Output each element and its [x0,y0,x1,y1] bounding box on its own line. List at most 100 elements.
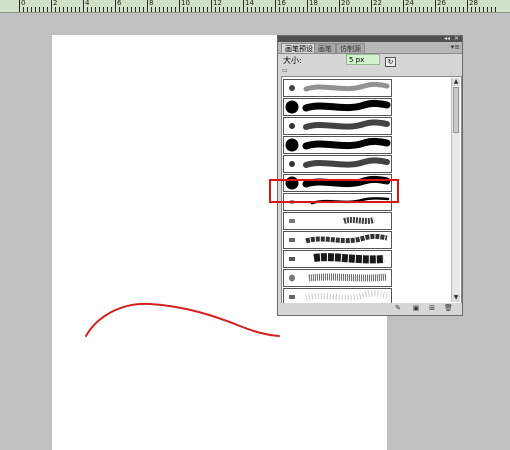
ruler-minor-tick [419,7,420,12]
ruler-minor-tick [259,7,260,12]
ruler-major-tick [83,0,84,12]
ruler-major-tick [179,0,180,12]
ruler-label: 6 [117,0,122,7]
scroll-thumb[interactable] [453,87,459,133]
close-icon[interactable]: ✕ [454,35,459,42]
scroll-up-icon[interactable]: ▲ [452,78,460,86]
brush-stroke-preview [289,253,385,264]
brush-preset-charcoal[interactable] [283,231,392,249]
ruler-minor-tick [427,7,428,12]
ruler-minor-tick [459,7,460,12]
ruler-minor-tick [227,7,228,12]
ruler-major-tick [435,0,436,12]
ruler-minor-tick [215,7,216,12]
ruler-minor-tick [139,7,140,12]
ruler-minor-tick [443,7,444,12]
ruler-minor-tick [347,7,348,12]
ruler-minor-tick [283,7,284,12]
toggle-brush-panel-icon[interactable]: ✎ [394,305,402,312]
ruler-minor-tick [423,7,424,12]
ruler-minor-tick [255,7,256,12]
ruler-minor-tick [103,7,104,12]
ruler-major-tick [243,0,244,12]
ruler-minor-tick [167,7,168,12]
ruler-label: 16 [277,0,286,7]
brush-preset-hard-large[interactable] [283,136,392,154]
ruler-minor-tick [91,7,92,12]
scroll-down-icon[interactable]: ▼ [452,294,460,302]
ruler-minor-tick [291,7,292,12]
brush-preset-soft-small[interactable] [283,79,392,97]
ruler-minor-tick [99,7,100,12]
ruler-minor-tick [279,7,280,12]
ruler-minor-tick [63,7,64,12]
ruler-minor-tick [363,7,364,12]
ruler-minor-tick [191,7,192,12]
size-label: 大小: [283,56,302,65]
ruler-minor-tick [203,7,204,12]
scrollbar[interactable]: ▲ ▼ [451,78,460,302]
ruler-minor-tick [343,7,344,12]
ruler-minor-tick [471,7,472,12]
ruler-minor-tick [79,7,80,12]
brush-stroke-preview [289,81,390,92]
ruler-minor-tick [411,7,412,12]
reset-brush-icon[interactable]: ↻ [385,57,396,67]
ruler-minor-tick [235,7,236,12]
size-field[interactable]: 5 px [346,54,380,65]
ruler-minor-tick [287,7,288,12]
ruler-minor-tick [71,7,72,12]
brush-preset-hard-large[interactable] [283,98,392,116]
brush-preset-faint-texture[interactable] [283,288,392,303]
ruler-minor-tick [479,7,480,12]
brush-preset-wet-brush[interactable] [283,269,392,287]
ruler-label: 28 [469,0,478,7]
brush-stroke-preview [285,99,391,114]
ruler-major-tick [115,0,116,12]
panel-bottom-bar: ✎ ▣ ⊞ 🗑 [278,303,462,315]
ruler-minor-tick [315,7,316,12]
ruler-minor-tick [47,7,48,12]
ruler-label: 12 [213,0,222,7]
ruler-major-tick [19,0,20,12]
ruler-minor-tick [455,7,456,12]
brush-preset-soft-medium[interactable] [283,155,392,173]
ruler-label: 20 [341,0,350,7]
ruler-minor-tick [127,7,128,12]
ruler-minor-tick [35,7,36,12]
ruler-label: 18 [309,0,318,7]
brush-preset-chalk[interactable] [283,212,392,230]
panel-menu-icon[interactable]: ▾≡ [451,43,460,51]
ruler-minor-tick [267,7,268,12]
ruler-minor-tick [171,7,172,12]
panel-options-icon[interactable]: ▣ [412,305,420,312]
ruler-minor-tick [207,7,208,12]
delete-icon[interactable]: 🗑 [444,305,453,312]
ruler-minor-tick [335,7,336,12]
ruler-minor-tick [395,7,396,12]
brush-stroke-preview [289,217,375,224]
ruler-major-tick [307,0,308,12]
ruler-minor-tick [263,7,264,12]
ruler-minor-tick [319,7,320,12]
collapse-icon[interactable]: ◂◂ [444,35,450,42]
ruler-minor-tick [151,7,152,12]
ruler-minor-tick [331,7,332,12]
new-preset-icon[interactable]: ⊞ [428,305,436,312]
ruler-minor-tick [375,7,376,12]
ruler-minor-tick [143,7,144,12]
tab-clone-source[interactable]: 仿制源 [336,43,365,53]
tab-brush-presets[interactable]: 画笔预设 [281,43,317,53]
tab-brush[interactable]: 画笔 [314,43,336,53]
ruler-label: 4 [85,0,90,7]
ruler-minor-tick [311,7,312,12]
brush-preset-dry-brush[interactable] [283,250,392,268]
brush-preset-soft-medium[interactable] [283,117,392,135]
ruler-label: 2 [53,0,58,7]
brush-stroke-preview [285,137,391,152]
ruler-minor-tick [399,7,400,12]
ruler-minor-tick [159,7,160,12]
ruler-minor-tick [75,7,76,12]
ruler-minor-tick [23,7,24,12]
ruler-minor-tick [155,7,156,12]
